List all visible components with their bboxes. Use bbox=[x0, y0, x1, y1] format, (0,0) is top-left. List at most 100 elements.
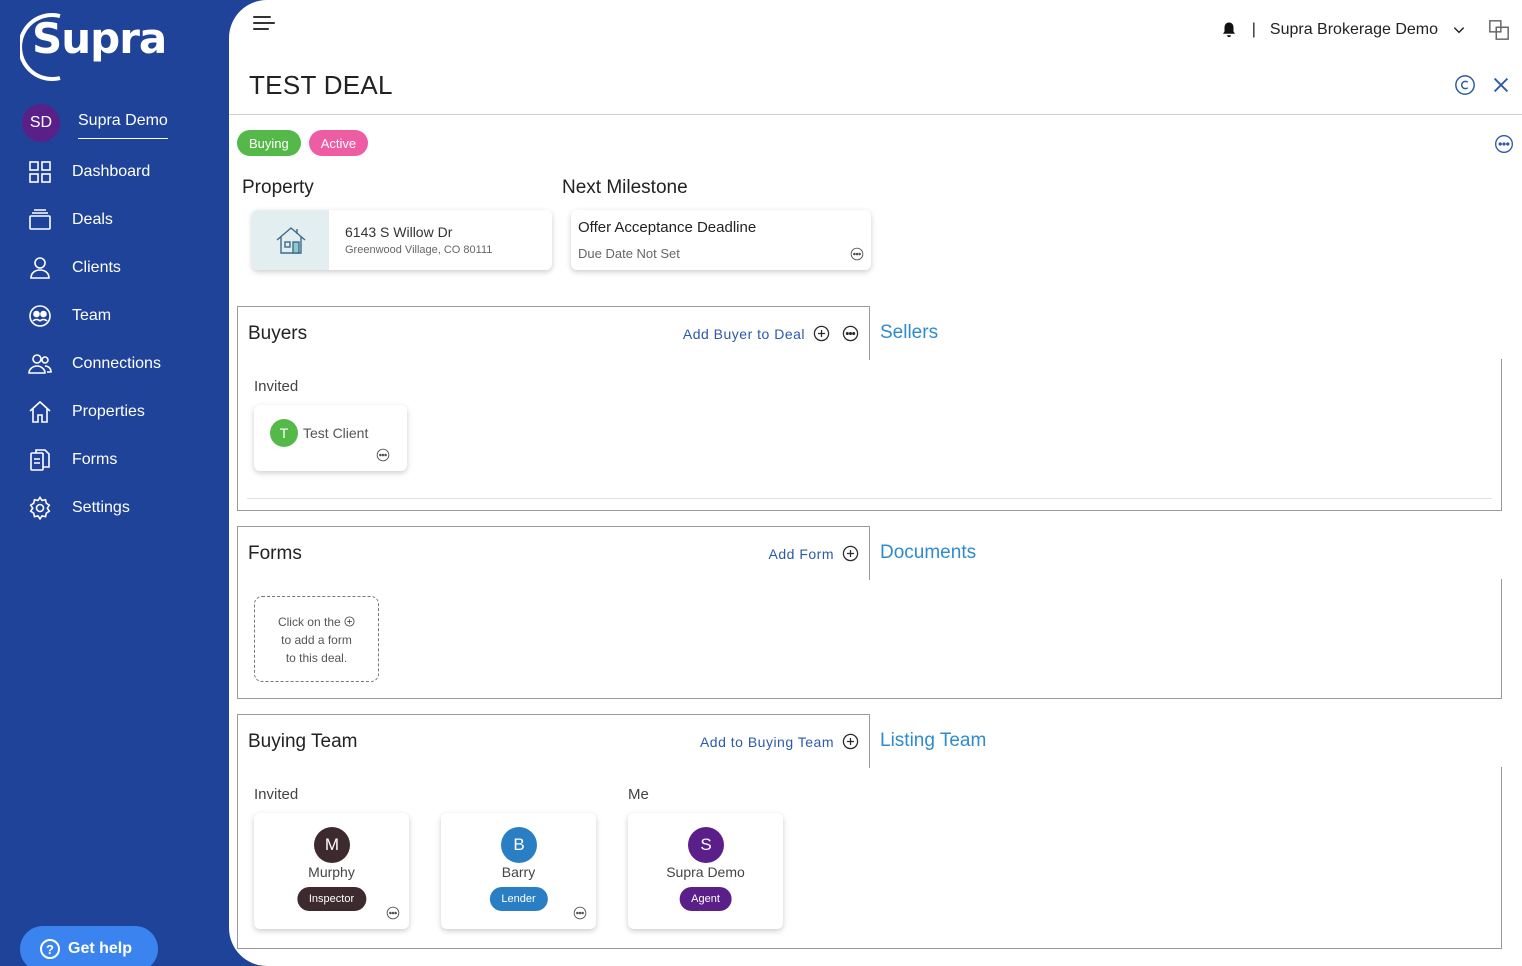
add-buyer-button[interactable]: Add Buyer to Deal bbox=[683, 325, 859, 342]
divider bbox=[247, 498, 1492, 499]
user-name: Supra Demo bbox=[78, 112, 168, 139]
sidebar-item-dashboard[interactable]: Dashboard bbox=[0, 148, 240, 196]
property-thumbnail bbox=[252, 210, 329, 270]
avatar: M bbox=[314, 827, 350, 863]
clients-icon bbox=[30, 257, 50, 279]
avatar: S bbox=[688, 827, 724, 863]
add-team-label: Add to Buying Team bbox=[699, 733, 834, 750]
add-form-button[interactable]: Add Form bbox=[769, 545, 859, 562]
plus-circle-icon bbox=[842, 545, 859, 562]
team-member-card[interactable]: S Supra Demo Agent bbox=[628, 813, 783, 929]
sidebar-item-label: Team bbox=[72, 307, 112, 324]
property-city: Greenwood Village, CO 80111 bbox=[345, 244, 493, 256]
role-badge: Inspector bbox=[296, 887, 367, 911]
sidebar-nav: Dashboard Deals Clients Team Connections… bbox=[0, 148, 240, 532]
role-badge: Agent bbox=[679, 887, 732, 911]
dashboard-icon bbox=[29, 161, 51, 183]
bell-icon[interactable] bbox=[1220, 21, 1238, 39]
properties-icon bbox=[29, 400, 51, 423]
copyright-icon[interactable] bbox=[1454, 74, 1476, 96]
sidebar-item-team[interactable]: Team bbox=[0, 292, 240, 340]
sidebar-item-label: Connections bbox=[72, 355, 161, 372]
add-form-label: Add Form bbox=[768, 545, 834, 562]
member-name: Supra Demo bbox=[666, 864, 745, 880]
invited-label: Invited bbox=[254, 786, 299, 803]
divider bbox=[229, 114, 1522, 115]
chevron-down-icon[interactable] bbox=[1452, 23, 1466, 37]
milestone-card[interactable]: Offer Acceptance Deadline Due Date Not S… bbox=[571, 210, 871, 270]
team-member-card[interactable]: M Murphy Inspector bbox=[254, 813, 409, 929]
role-badge: Lender bbox=[489, 887, 548, 911]
member-name: Barry bbox=[501, 864, 536, 880]
forms-panel bbox=[237, 579, 1502, 699]
avatar: B bbox=[501, 827, 537, 863]
team-member-card[interactable]: B Barry Lender bbox=[441, 813, 596, 929]
tab-buying-team[interactable]: Buying Team Add to Buying Team bbox=[237, 714, 870, 768]
status-badge-buying: Buying bbox=[237, 130, 301, 156]
property-address: 6143 S Willow Dr bbox=[345, 224, 453, 240]
member-name: Murphy bbox=[308, 864, 355, 880]
status-badge-active: Active bbox=[308, 130, 369, 156]
invited-label: Invited bbox=[254, 378, 299, 395]
milestone-name: Offer Acceptance Deadline bbox=[578, 219, 757, 236]
title-actions bbox=[1440, 74, 1512, 96]
sidebar-item-settings[interactable]: Settings bbox=[0, 484, 240, 532]
more-options-icon[interactable] bbox=[386, 906, 400, 920]
plus-circle-icon bbox=[813, 325, 830, 342]
user-profile[interactable]: SD Supra Demo bbox=[22, 104, 168, 142]
milestone-label: Next Milestone bbox=[562, 177, 688, 198]
get-help-label: Get help bbox=[68, 940, 133, 957]
sidebar-item-deals[interactable]: Deals bbox=[0, 196, 240, 244]
more-options-icon[interactable] bbox=[1494, 134, 1514, 154]
tab-buyers[interactable]: Buyers Add Buyer to Deal bbox=[237, 306, 870, 360]
property-card[interactable]: 6143 S Willow Dr Greenwood Village, CO 8… bbox=[252, 210, 552, 270]
plus-circle-icon bbox=[842, 733, 859, 750]
sidebar-item-label: Forms bbox=[72, 451, 118, 468]
client-card[interactable]: T Test Client bbox=[254, 405, 407, 471]
house-icon bbox=[276, 227, 305, 254]
sidebar-item-label: Settings bbox=[72, 499, 130, 516]
sidebar-item-forms[interactable]: Forms bbox=[0, 436, 240, 484]
help-icon: ? bbox=[40, 939, 60, 959]
deals-icon bbox=[29, 209, 51, 230]
client-name: Test Client bbox=[303, 425, 369, 441]
avatar: T bbox=[270, 419, 298, 447]
logo-text: Supra bbox=[32, 14, 167, 63]
get-help-button[interactable]: ? Get help bbox=[20, 926, 158, 966]
sidebar-item-properties[interactable]: Properties bbox=[0, 388, 240, 436]
more-options-icon[interactable] bbox=[376, 448, 390, 462]
connections-icon bbox=[28, 354, 52, 374]
close-icon[interactable] bbox=[1490, 74, 1512, 96]
menu-toggle-icon[interactable] bbox=[253, 16, 275, 32]
sidebar-item-clients[interactable]: Clients bbox=[0, 244, 240, 292]
sidebar-item-connections[interactable]: Connections bbox=[0, 340, 240, 388]
tab-listing-team[interactable]: Listing Team bbox=[880, 730, 986, 752]
tab-title: Buying Team bbox=[248, 731, 358, 752]
sidebar-item-label: Properties bbox=[72, 403, 145, 420]
plus-circle-icon bbox=[344, 616, 355, 627]
me-label: Me bbox=[628, 786, 649, 803]
topbar-separator: | bbox=[1251, 21, 1256, 38]
tab-forms[interactable]: Forms Add Form bbox=[237, 526, 870, 580]
tab-sellers[interactable]: Sellers bbox=[880, 322, 938, 344]
add-team-member-button[interactable]: Add to Buying Team bbox=[700, 733, 859, 750]
team-panel bbox=[237, 767, 1502, 949]
more-options-icon[interactable] bbox=[850, 247, 864, 261]
topbar: | Supra Brokerage Demo bbox=[1220, 18, 1510, 42]
page-title: TEST DEAL bbox=[249, 70, 393, 100]
switch-window-icon[interactable] bbox=[1488, 19, 1510, 41]
tab-documents[interactable]: Documents bbox=[880, 542, 976, 564]
tab-title: Forms bbox=[248, 543, 302, 564]
add-buyer-label: Add Buyer to Deal bbox=[682, 325, 805, 342]
tab-title: Buyers bbox=[248, 323, 308, 344]
brokerage-selector[interactable]: Supra Brokerage Demo bbox=[1270, 21, 1438, 39]
hint-line: to add a form bbox=[281, 633, 352, 647]
buyers-panel bbox=[237, 359, 1502, 511]
more-options-icon[interactable] bbox=[573, 906, 587, 920]
more-options-icon[interactable] bbox=[842, 325, 859, 342]
property-label: Property bbox=[242, 177, 314, 198]
forms-icon bbox=[30, 449, 50, 471]
deal-badges: Buying Active bbox=[237, 130, 376, 156]
sidebar-item-label: Deals bbox=[72, 211, 113, 228]
sidebar-item-label: Dashboard bbox=[72, 163, 151, 180]
